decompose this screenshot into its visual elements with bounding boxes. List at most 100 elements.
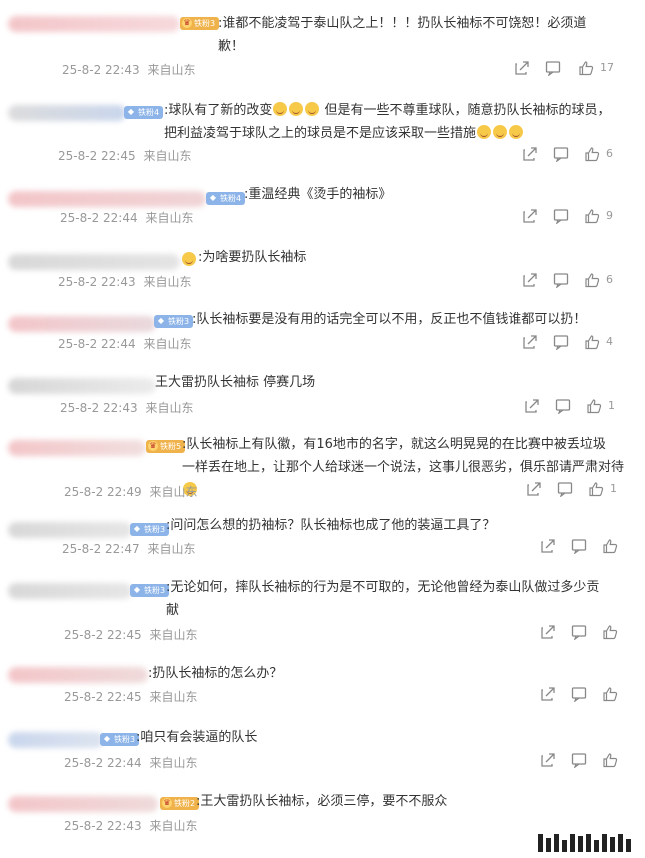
comment-item: :扔队长袖标的怎么办？ 25-8-2 22:45 来自山东 (0, 662, 645, 724)
comment-actions (540, 538, 630, 556)
comment-meta: 25-8-2 22:43 来自山东 (60, 399, 193, 416)
like-count: 17 (600, 61, 614, 74)
like-count: 6 (606, 273, 613, 286)
comment-actions (540, 752, 630, 770)
comment-date: 25-8-2 22:45 (64, 690, 142, 704)
comment-icon[interactable] (553, 334, 573, 352)
comment-icon[interactable] (553, 146, 573, 164)
thumbs-up-icon[interactable] (578, 60, 598, 78)
thumbs-up-icon[interactable] (584, 146, 604, 164)
share-icon[interactable] (540, 686, 560, 704)
thumbs-up-icon[interactable] (584, 272, 604, 290)
thumbs-up-icon[interactable] (584, 334, 604, 352)
comment-location: 来自山东 (149, 485, 198, 499)
comment-actions: 1 (524, 398, 634, 416)
comment-date: 25-8-2 22:43 (62, 63, 140, 77)
comment-date: 25-8-2 22:49 (64, 485, 142, 499)
comment-item: ♛ 铁粉5 :队长袖标上有队徽，有16地市的名字，就这么明晃晃的在比赛中被丢垃圾 … (0, 428, 645, 514)
comment-actions (540, 624, 630, 642)
comment-meta: 25-8-2 22:43 来自山东 (58, 273, 191, 290)
comment-actions: 4 (522, 334, 632, 352)
comment-icon[interactable] (571, 752, 591, 770)
fan-badge: ◆ 铁粉3 (100, 733, 140, 746)
share-icon[interactable] (522, 334, 542, 352)
comment-item: ◆ 铁粉3 :无论如何，摔队长袖标的行为是不可取的，无论他曾经为泰山队做过多少贡 … (0, 576, 645, 662)
fan-badge: ◆ 铁粉4 (124, 106, 164, 119)
thumbs-up-icon[interactable] (602, 752, 622, 770)
comment-actions: 17 (514, 60, 634, 78)
diamond-icon: ◆ (209, 193, 217, 202)
blurred-username (8, 378, 156, 394)
share-icon[interactable] (526, 481, 546, 499)
comment-location: 来自山东 (147, 63, 196, 77)
thumbs-up-icon[interactable] (584, 208, 604, 226)
comment-icon[interactable] (553, 208, 573, 226)
thumbs-up-icon[interactable] (602, 538, 622, 556)
fan-badge-label: 铁粉3 (144, 586, 166, 595)
comment-icon[interactable] (553, 272, 573, 290)
blurred-username (8, 105, 126, 121)
thumbs-up-icon[interactable] (602, 686, 622, 704)
blurred-username (8, 191, 206, 207)
share-icon[interactable] (522, 208, 542, 226)
comment-meta: 25-8-2 22:44 来自山东 (58, 335, 191, 352)
comment-icon[interactable] (571, 686, 591, 704)
blurred-username (8, 254, 180, 270)
comment-date: 25-8-2 22:44 (64, 756, 142, 770)
fan-badge-label: 铁粉3 (194, 19, 216, 28)
comment-date: 25-8-2 22:43 (64, 819, 142, 833)
comment-actions (540, 686, 630, 704)
crown-icon: ♛ (162, 798, 172, 808)
fan-badge: ◆ 铁粉3 (130, 523, 170, 536)
comment-date: 25-8-2 22:44 (58, 337, 136, 351)
comment-item: ◆ 铁粉4 :重温经典《烫手的袖标》 25-8-2 22:44 来自山东 9 (0, 176, 645, 240)
like-count: 4 (606, 335, 613, 348)
comment-icon[interactable] (571, 624, 591, 642)
comment-date: 25-8-2 22:43 (58, 275, 136, 289)
comment-meta: 25-8-2 22:49 来自山东 (64, 483, 197, 500)
comment-text: :咱只有会装逼的队长 (136, 730, 258, 745)
comment-meta: 25-8-2 22:44 来自山东 (60, 209, 193, 226)
comment-text: :为啥要扔队长袖标 (198, 250, 307, 265)
comment-location: 来自山东 (145, 401, 194, 415)
fan-badge-label: 铁粉4 (138, 108, 160, 117)
share-icon[interactable] (540, 624, 560, 642)
diamond-icon: ◆ (133, 585, 141, 594)
comment-icon[interactable] (557, 481, 577, 499)
crown-icon (182, 252, 196, 266)
fan-badge-label: 铁粉4 (220, 194, 242, 203)
comment-icon[interactable] (555, 398, 575, 416)
comment-item: 王大雷扔队长袖标 停赛几场 25-8-2 22:43 来自山东 1 (0, 366, 645, 428)
share-icon[interactable] (524, 398, 544, 416)
comment-icon[interactable] (545, 60, 565, 78)
fan-badge: ◆ 铁粉3 (154, 315, 194, 328)
like-count: 9 (606, 209, 613, 222)
share-icon[interactable] (522, 146, 542, 164)
fan-badge: ♛ 铁粉2 (160, 797, 200, 810)
share-icon[interactable] (514, 60, 534, 78)
share-icon[interactable] (540, 538, 560, 556)
comment-meta: 25-8-2 22:47 来自山东 (62, 540, 195, 557)
diamond-icon: ◆ (157, 316, 165, 325)
comment-date: 25-8-2 22:43 (60, 401, 138, 415)
thumbs-up-icon[interactable] (586, 398, 606, 416)
comment-text-head: :球队有了新的改变 (164, 103, 273, 118)
comment-meta: 25-8-2 22:43 来自山东 (62, 61, 195, 78)
comment-text: 王大雷扔队长袖标 停赛几场 (155, 375, 316, 390)
thumbs-up-icon[interactable] (588, 481, 608, 499)
comment-date: 25-8-2 22:45 (64, 628, 142, 642)
comment-text: :问问怎么想的扔袖标？队长袖标也成了他的装逼工具了？ (166, 518, 496, 533)
blurred-username (8, 522, 132, 538)
diamond-icon: ◆ (133, 524, 141, 533)
blurred-username (8, 583, 132, 599)
fan-badge-label: 铁粉5 (160, 442, 182, 451)
share-icon[interactable] (540, 752, 560, 770)
comment-item: :为啥要扔队长袖标 25-8-2 22:43 来自山东 6 (0, 240, 645, 302)
smiling-face-icon (305, 102, 320, 116)
share-icon[interactable] (522, 272, 542, 290)
thumbs-up-icon[interactable] (602, 624, 622, 642)
comment-text-body: :队长袖标上有队徽，有16地市的名字，就这么明晃晃的在比赛中被丢垃圾 一样丢在地… (182, 437, 625, 475)
comment-item: ◆ 铁粉3 :咱只有会装逼的队长 25-8-2 22:44 来自山东 (0, 724, 645, 786)
blurred-username (8, 316, 156, 332)
comment-icon[interactable] (571, 538, 591, 556)
